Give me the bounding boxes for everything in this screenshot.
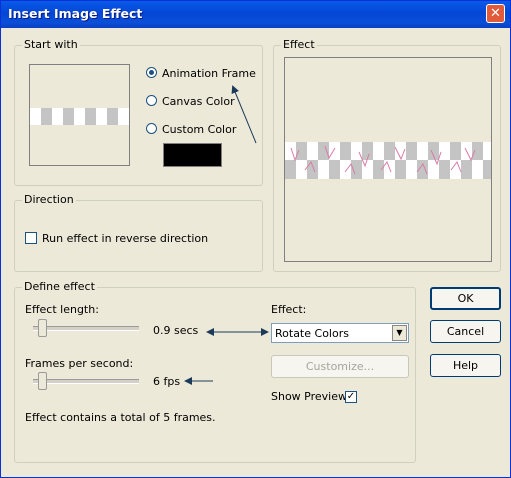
annotation-arrows xyxy=(184,85,269,385)
insert-image-effect-dialog: Insert Image Effect ✕ Start with Animati… xyxy=(0,0,511,478)
arrow-to-animation-frame xyxy=(231,85,257,144)
